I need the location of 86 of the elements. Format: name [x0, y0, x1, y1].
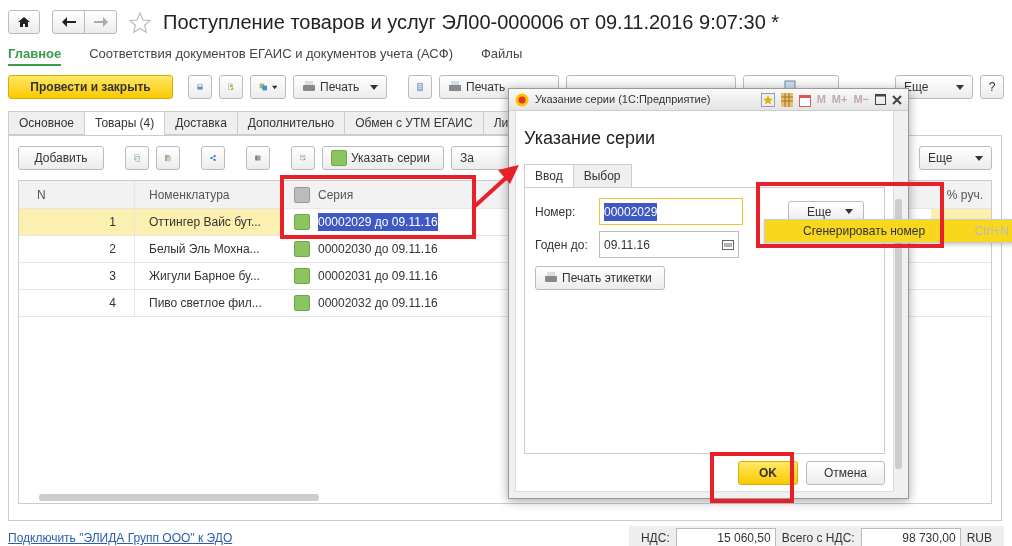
star-icon[interactable]	[129, 11, 151, 33]
table-cell-text: Оттингер Вайс бут...	[148, 214, 262, 231]
forward-arrow-icon	[93, 17, 108, 27]
currency-label: RUB	[966, 530, 992, 546]
printer-icon	[302, 81, 316, 93]
number-icon	[294, 186, 310, 203]
edo-link[interactable]: Подключить "ЭЛИДА Групп ООО" к ЭДО	[8, 529, 233, 546]
home-icon	[18, 16, 30, 28]
back-arrow-icon	[61, 17, 76, 27]
caret-icon	[271, 84, 277, 90]
number-icon	[294, 268, 310, 284]
paste-button[interactable]	[156, 146, 180, 170]
calendar-icon[interactable]	[722, 239, 734, 250]
table-cell: 1	[19, 209, 135, 235]
table-cell: 00002029 до 09.11.16	[318, 213, 438, 231]
window-title: Поступление товаров и услуг ЭЛ00-000006 от 09.11.2016 9:07:30 *	[163, 10, 780, 35]
post-and-close-button[interactable]: Провести и закрыть	[8, 75, 173, 99]
number-icon	[294, 295, 310, 311]
app-logo-icon	[515, 92, 529, 107]
printer-icon	[448, 80, 462, 94]
number-field[interactable]: 00002029	[599, 198, 743, 225]
post-button[interactable]	[219, 75, 243, 99]
favorite-icon[interactable]	[760, 92, 775, 107]
maximize-icon[interactable]	[875, 94, 886, 105]
home-button[interactable]	[8, 10, 40, 34]
close-icon[interactable]	[892, 94, 902, 105]
total-field: 98 730,00	[860, 528, 961, 546]
number-icon	[331, 150, 347, 166]
tab[interactable]: Доставка	[164, 111, 238, 135]
table-cell-text: 00002030 до 09.11.16	[318, 241, 438, 258]
save-button[interactable]	[188, 75, 212, 99]
table-cell: 3	[19, 263, 135, 289]
table-icon[interactable]	[780, 92, 793, 107]
list-icon	[417, 80, 423, 94]
column-header: N	[19, 181, 135, 208]
number-icon	[294, 241, 310, 257]
cancel-button[interactable]: Отмена	[806, 461, 885, 485]
nav-link[interactable]: Файлы	[480, 44, 523, 66]
menu-item[interactable]: Сгенерировать номер Ctrl+N	[765, 220, 1012, 242]
printer-icon	[544, 272, 558, 284]
caret-icon	[975, 155, 983, 161]
tab[interactable]: Основное	[8, 111, 85, 135]
caret-icon	[956, 84, 964, 90]
calendar-icon[interactable]	[798, 92, 811, 107]
caret-icon	[370, 84, 378, 90]
ok-button[interactable]: OK	[738, 461, 798, 485]
table-cell: 4	[19, 290, 135, 316]
tab[interactable]: Выбор	[572, 164, 632, 188]
number-icon	[294, 214, 310, 230]
back-button[interactable]	[52, 10, 85, 34]
copy-icon	[134, 151, 140, 165]
column-header: Серия	[318, 186, 354, 204]
print-labels-button[interactable]: Печать этикетки	[535, 266, 665, 290]
column-header: Номенклатура	[148, 186, 231, 204]
column-header: % руч.	[945, 186, 984, 204]
add-button[interactable]: Добавить	[18, 146, 104, 170]
more-button[interactable]: Еще	[919, 146, 992, 170]
share-button[interactable]	[201, 146, 225, 170]
copy-button[interactable]	[125, 146, 149, 170]
create-based-button[interactable]	[250, 75, 286, 99]
dialog-heading: Указание серии	[524, 127, 657, 150]
tab[interactable]: Обмен с УТМ ЕГАИС	[344, 111, 484, 135]
field-label: Годен до:	[535, 236, 589, 254]
vat-field: 15 060,50	[675, 528, 776, 546]
nav-link[interactable]: Соответствия документов ЕГАИС и документов учета (АСФ)	[89, 44, 453, 66]
tab[interactable]: Ввод	[524, 164, 574, 188]
print-button[interactable]: Печать	[293, 75, 387, 99]
check-list-button[interactable]	[291, 146, 315, 170]
table-cell-text: Жигули Барное бу...	[148, 268, 261, 285]
vat-label: НДС:	[640, 530, 670, 546]
table-cell-text: 00002031 до 09.11.16	[318, 268, 438, 285]
list-button[interactable]	[408, 75, 432, 99]
total-label: Всего с НДС:	[781, 530, 855, 546]
table-cell-text: Белый Эль Мохна...	[148, 241, 261, 258]
tab[interactable]: Товары (4)	[84, 111, 166, 135]
barcode-button[interactable]	[246, 146, 270, 170]
set-series-button[interactable]: Указать серии	[322, 146, 444, 170]
date-field[interactable]: 09.11.16	[599, 231, 739, 258]
tab[interactable]: Дополнительно	[236, 111, 346, 135]
table-cell: 2	[19, 236, 135, 262]
annotation-arrow	[474, 162, 520, 208]
table-cell-text: Пиво светлое фил...	[148, 295, 263, 312]
scrollbar-thumb[interactable]	[39, 494, 319, 501]
table-cell-text: 00002032 до 09.11.16	[318, 295, 438, 312]
squares-icon	[259, 81, 268, 93]
help-button[interactable]: ?	[980, 75, 1004, 99]
